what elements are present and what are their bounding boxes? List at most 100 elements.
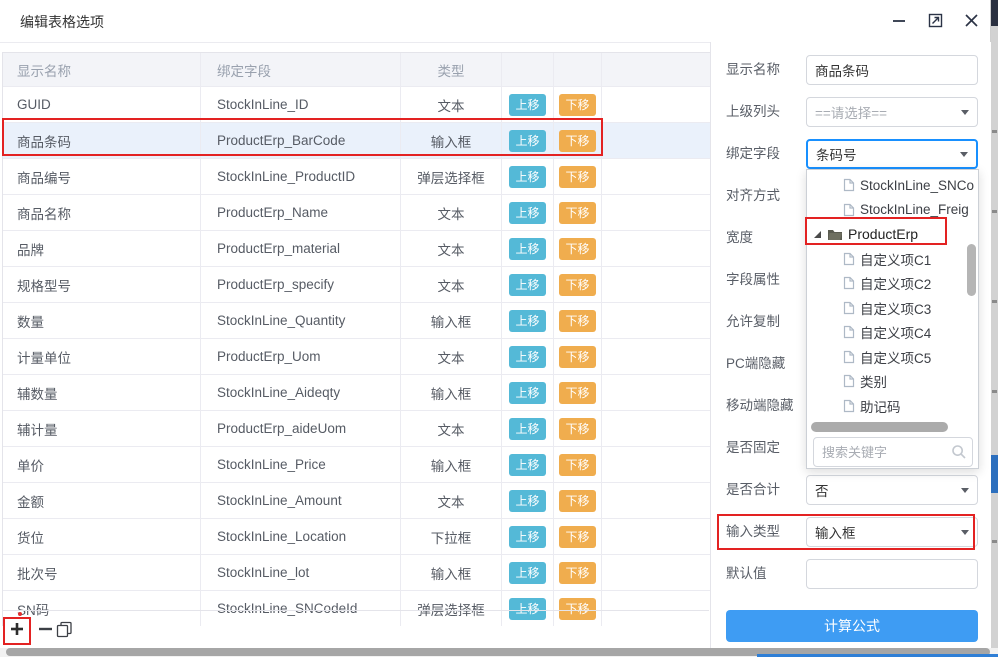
move-down-button[interactable]: 下移 bbox=[559, 525, 596, 548]
move-up-button[interactable]: 上移 bbox=[509, 381, 546, 404]
background-fragment bbox=[992, 540, 997, 543]
tree-item[interactable]: 助记码 bbox=[807, 394, 978, 419]
table-row[interactable]: 批次号 StockInLine_lot 输入框 上移 下移 bbox=[3, 554, 710, 590]
tree-item-label: 自定义项C5 bbox=[860, 350, 932, 366]
plus-icon bbox=[11, 622, 23, 635]
parent-header-label: 上级列头 bbox=[726, 104, 780, 119]
move-up-button[interactable]: 上移 bbox=[509, 237, 546, 260]
tree-item[interactable]: StockInLine_SNCo bbox=[807, 173, 978, 198]
tree-item[interactable]: 自定义项C2 bbox=[807, 271, 978, 296]
add-row-button[interactable] bbox=[9, 621, 25, 642]
table-row[interactable]: 计量单位 ProductErp_Uom 文本 上移 下移 bbox=[3, 338, 710, 374]
move-down-button[interactable]: 下移 bbox=[559, 165, 596, 188]
row-type: 输入框 bbox=[401, 303, 502, 338]
tree-item[interactable]: StockInLine_Freig bbox=[807, 198, 978, 223]
is-total-select[interactable]: 否 bbox=[806, 475, 978, 505]
parent-header-select[interactable]: ==请选择== bbox=[806, 97, 978, 127]
move-down-button[interactable]: 下移 bbox=[559, 201, 596, 224]
tree-horizontal-scrollbar[interactable] bbox=[811, 422, 948, 432]
expand-arrow-icon[interactable] bbox=[813, 230, 822, 239]
table-row[interactable]: 商品编号 StockInLine_ProductID 弹层选择框 上移 下移 bbox=[3, 158, 710, 194]
row-type: 文本 bbox=[401, 267, 502, 302]
table-row[interactable]: 单价 StockInLine_Price 输入框 上移 下移 bbox=[3, 446, 710, 482]
move-up-button[interactable]: 上移 bbox=[509, 273, 546, 296]
tree-item[interactable]: 自定义项C5 bbox=[807, 345, 978, 370]
row-type: 输入框 bbox=[401, 447, 502, 482]
move-up-button[interactable]: 上移 bbox=[509, 417, 546, 440]
is-total-label: 是否合计 bbox=[726, 482, 780, 497]
tree-vertical-scrollbar[interactable] bbox=[967, 244, 976, 296]
move-down-button[interactable]: 下移 bbox=[559, 309, 596, 332]
input-type-select[interactable]: 输入框 bbox=[806, 517, 978, 547]
move-down-button[interactable]: 下移 bbox=[559, 129, 596, 152]
tree-item[interactable]: 自定义项C1 bbox=[807, 247, 978, 272]
move-up-button[interactable]: 上移 bbox=[509, 489, 546, 512]
table-row[interactable]: 品牌 ProductErp_material 文本 上移 下移 bbox=[3, 230, 710, 266]
move-up-button[interactable]: 上移 bbox=[509, 525, 546, 548]
bound-field-dropdown: StockInLine_SNCo StockInLine_Freig Produ… bbox=[805, 169, 979, 469]
default-value-input[interactable] bbox=[806, 559, 978, 589]
move-down-button[interactable]: 下移 bbox=[559, 93, 596, 116]
move-down-button[interactable]: 下移 bbox=[559, 561, 596, 584]
table-row[interactable]: 辅数量 StockInLine_Aideqty 输入框 上移 下移 bbox=[3, 374, 710, 410]
maximize-button[interactable] bbox=[924, 8, 946, 32]
width-label: 宽度 bbox=[726, 230, 753, 245]
minimize-icon bbox=[893, 20, 905, 22]
move-down-button[interactable]: 下移 bbox=[559, 273, 596, 296]
tree-item[interactable]: ProductErp bbox=[807, 222, 978, 247]
background-fragment bbox=[992, 390, 997, 393]
row-spacer bbox=[602, 123, 710, 158]
table-row[interactable]: GUID StockInLine_ID 文本 上移 下移 bbox=[3, 86, 710, 122]
copy-row-button[interactable] bbox=[56, 621, 73, 643]
remove-row-button[interactable] bbox=[38, 621, 53, 642]
background-app-strip bbox=[991, 0, 998, 657]
close-button[interactable] bbox=[960, 8, 982, 32]
move-up-button[interactable]: 上移 bbox=[509, 201, 546, 224]
display-name-input[interactable] bbox=[806, 55, 978, 85]
table-row[interactable]: 数量 StockInLine_Quantity 输入框 上移 下移 bbox=[3, 302, 710, 338]
header-bound-field: 绑定字段 bbox=[201, 53, 401, 86]
pc-hidden-label: PC端隐藏 bbox=[726, 356, 786, 371]
table-row[interactable]: 商品条码 ProductErp_BarCode 输入框 上移 下移 bbox=[3, 122, 710, 158]
chevron-down-icon bbox=[961, 530, 969, 535]
row-type: 输入框 bbox=[401, 555, 502, 590]
table-footer-toolbar bbox=[2, 610, 709, 648]
move-up-button[interactable]: 上移 bbox=[509, 309, 546, 332]
row-display-name: 辅计量 bbox=[3, 411, 201, 446]
table-row[interactable]: 金额 StockInLine_Amount 文本 上移 下移 bbox=[3, 482, 710, 518]
field-row-is-total: 是否合计 否 bbox=[711, 475, 991, 505]
table-body: GUID StockInLine_ID 文本 上移 下移 商品条码 Produc… bbox=[3, 86, 710, 626]
tree-item[interactable]: 自定义项C4 bbox=[807, 320, 978, 345]
header-move-up bbox=[502, 53, 554, 86]
table-row[interactable]: 商品名称 ProductErp_Name 文本 上移 下移 bbox=[3, 194, 710, 230]
move-up-button[interactable]: 上移 bbox=[509, 93, 546, 116]
move-up-button[interactable]: 上移 bbox=[509, 561, 546, 584]
tree-item[interactable]: 类别 bbox=[807, 369, 978, 394]
move-down-button[interactable]: 下移 bbox=[559, 489, 596, 512]
row-spacer bbox=[602, 519, 710, 554]
move-up-button[interactable]: 上移 bbox=[509, 345, 546, 368]
move-up-button[interactable]: 上移 bbox=[509, 129, 546, 152]
table-row[interactable]: 辅计量 ProductErp_aideUom 文本 上移 下移 bbox=[3, 410, 710, 446]
table-row[interactable]: 规格型号 ProductErp_specify 文本 上移 下移 bbox=[3, 266, 710, 302]
row-bound-field: ProductErp_aideUom bbox=[201, 411, 401, 446]
row-display-name: 计量单位 bbox=[3, 339, 201, 374]
move-down-button[interactable]: 下移 bbox=[559, 381, 596, 404]
move-up-button[interactable]: 上移 bbox=[509, 165, 546, 188]
row-type: 文本 bbox=[401, 411, 502, 446]
tree-item-label: 助记码 bbox=[860, 399, 901, 415]
move-down-button[interactable]: 下移 bbox=[559, 345, 596, 368]
tree-search-input[interactable] bbox=[813, 437, 973, 467]
dialog-titlebar: 编辑表格选项 bbox=[0, 0, 990, 43]
move-up-button[interactable]: 上移 bbox=[509, 453, 546, 476]
table-row[interactable]: 货位 StockInLine_Location 下拉框 上移 下移 bbox=[3, 518, 710, 554]
move-down-button[interactable]: 下移 bbox=[559, 453, 596, 476]
bound-field-select[interactable]: 条码号 bbox=[806, 139, 978, 169]
minimize-button[interactable] bbox=[888, 8, 910, 32]
header-display-name: 显示名称 bbox=[3, 53, 201, 86]
move-down-button[interactable]: 下移 bbox=[559, 417, 596, 440]
row-spacer bbox=[602, 87, 710, 122]
calc-formula-button[interactable]: 计算公式 bbox=[726, 610, 978, 642]
tree-item[interactable]: 自定义项C3 bbox=[807, 296, 978, 321]
move-down-button[interactable]: 下移 bbox=[559, 237, 596, 260]
